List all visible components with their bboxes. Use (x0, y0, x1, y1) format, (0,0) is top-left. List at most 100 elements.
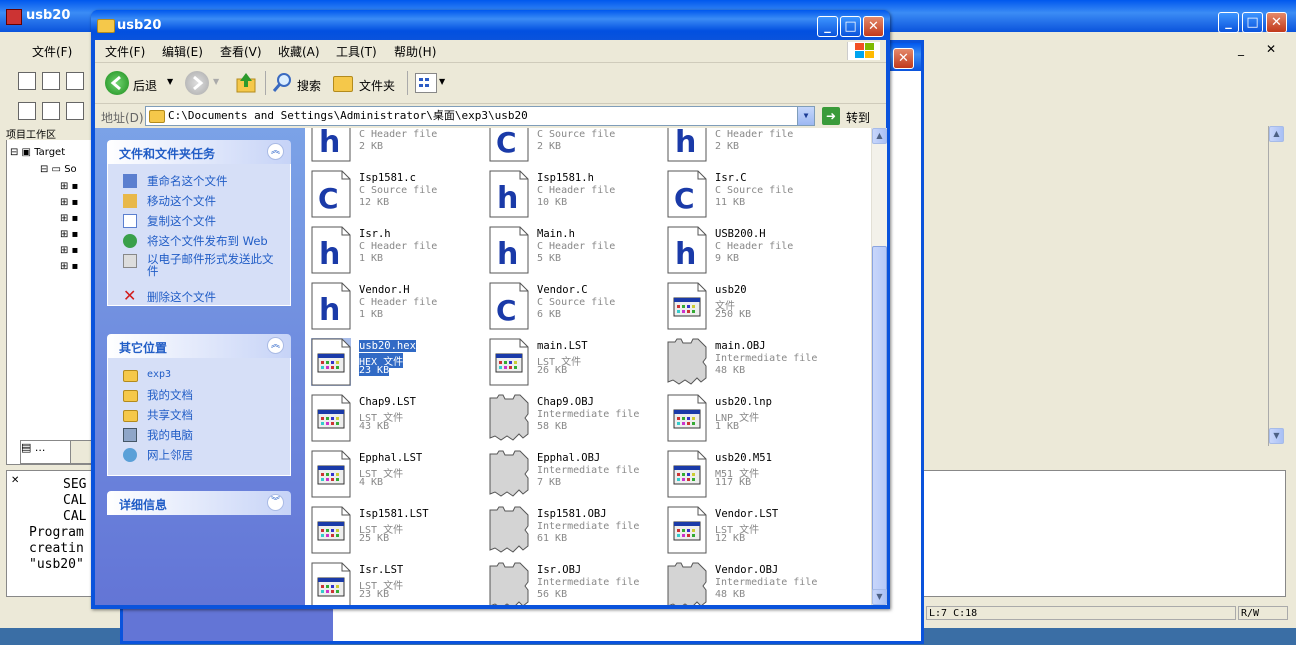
save-icon[interactable] (66, 72, 84, 90)
task-pane: 文件和文件夹任务 ︽ 重命名这个文件 移动这个文件 复制这个文件 将这个文件发布… (95, 128, 305, 605)
file-item[interactable]: Isp1581.OBJ Intermediate file 61 KB (489, 506, 665, 562)
details-header[interactable]: 详细信息 ︾ (107, 491, 291, 515)
open-file-icon[interactable] (42, 72, 60, 90)
search-icon[interactable] (271, 71, 293, 93)
menu-help[interactable]: 帮助(H) (394, 43, 436, 60)
back-arrow-icon[interactable] (105, 71, 129, 95)
menu-favorites[interactable]: 收藏(A) (278, 43, 320, 60)
file-name: main.LST (537, 340, 588, 352)
file-type: C Header file (715, 129, 794, 140)
back-dropdown-icon[interactable]: ▼ (167, 77, 173, 86)
folders-icon[interactable] (333, 76, 353, 92)
file-item[interactable]: Isp1581.LST LST 文件 25 KB (311, 506, 487, 562)
background-close-button[interactable]: ✕ (893, 48, 914, 69)
rebuild-icon[interactable] (66, 102, 84, 120)
file-name: Vendor.LST (715, 508, 779, 520)
tree-root[interactable]: ⊟ ▣ Target (10, 147, 90, 161)
obj-file-icon (489, 394, 529, 442)
menu-view[interactable]: 查看(V) (220, 43, 262, 60)
file-item[interactable]: h Isr.h C Header file 1 KB (311, 226, 487, 282)
address-dropdown-icon[interactable]: ▼ (797, 107, 814, 125)
file-type: Intermediate file (715, 577, 818, 588)
forward-arrow-icon[interactable] (185, 71, 209, 95)
scroll-up-button[interactable]: ▲ (1269, 126, 1284, 142)
ide-close-button[interactable]: ✕ (1266, 12, 1287, 33)
views-icon[interactable] (415, 73, 437, 93)
obj-file-icon (489, 506, 529, 554)
file-item[interactable]: C Isp1581.c C Source file 12 KB (311, 170, 487, 226)
forward-dropdown-icon[interactable]: ▼ (213, 77, 219, 86)
file-name: Isp1581.OBJ (537, 508, 607, 520)
file-item[interactable]: h Main.h C Header file 5 KB (489, 226, 665, 282)
ide-maximize-button[interactable]: □ (1242, 12, 1263, 33)
go-arrow-icon[interactable]: ➜ (822, 107, 840, 125)
ide-menu-file[interactable]: 文件(F) (32, 43, 72, 60)
file-item[interactable]: Vendor.LST LST 文件 12 KB (667, 506, 843, 562)
scroll-thumb[interactable] (872, 246, 887, 591)
file-item[interactable]: Vendor.OBJ Intermediate file 48 KB (667, 562, 843, 605)
file-item[interactable]: usb20.M51 M51 文件 117 KB (667, 450, 843, 506)
file-item[interactable]: h USB200.H C Header file 9 KB (667, 226, 843, 282)
file-type: C Header file (715, 241, 794, 252)
compile-icon[interactable] (18, 102, 36, 120)
folders-button-label[interactable]: 文件夹 (359, 77, 395, 94)
file-list: hC Header file 2 KB C C Source file 2 KB h C H… (305, 128, 871, 605)
file-item[interactable]: main.OBJ Intermediate file 48 KB (667, 338, 843, 394)
ide-child-close-button[interactable]: ✕ (1266, 42, 1276, 56)
move-icon (123, 194, 137, 208)
file-item[interactable]: h C Header file 2 KB (311, 128, 487, 170)
collapse-chevron-icon[interactable]: ︽ (267, 143, 284, 160)
file-item[interactable]: Isr.LST LST 文件 23 KB (311, 562, 487, 605)
search-button-label[interactable]: 搜索 (297, 77, 321, 94)
file-item[interactable]: Epphal.LST LST 文件 4 KB (311, 450, 487, 506)
file-item[interactable]: usb20 文件 250 KB (667, 282, 843, 338)
file-item[interactable]: usb20.lnp LNP 文件 1 KB (667, 394, 843, 450)
scroll-down-button[interactable]: ▼ (1269, 428, 1284, 444)
file-item[interactable]: h C Header file 2 KB (667, 128, 843, 170)
file-item[interactable]: usb20.hex HEX 文件 23 KB (311, 338, 487, 394)
files-tab[interactable]: ▤ ... (20, 440, 72, 464)
maximize-button[interactable]: □ (840, 16, 861, 37)
menu-tools[interactable]: 工具(T) (336, 43, 377, 60)
expand-chevron-icon[interactable]: ︾ (267, 494, 284, 511)
editor-vertical-scrollbar[interactable]: ▲ ▼ (1268, 126, 1285, 446)
close-button[interactable]: ✕ (863, 16, 884, 37)
back-button-label[interactable]: 后退 (133, 77, 157, 94)
file-name: usb20 (715, 284, 747, 296)
file-tasks-header[interactable]: 文件和文件夹任务 ︽ (107, 140, 291, 164)
c-file-icon: C (489, 128, 529, 162)
minimize-button[interactable]: _ (817, 16, 838, 37)
scroll-up-button[interactable]: ▲ (872, 128, 887, 144)
menu-file[interactable]: 文件(F) (105, 43, 145, 60)
ide-minimize-button[interactable]: _ (1218, 12, 1239, 33)
new-file-icon[interactable] (18, 72, 36, 90)
file-item[interactable]: Chap9.LST LST 文件 43 KB (311, 394, 487, 450)
go-button-label[interactable]: 转到 (846, 109, 870, 126)
file-item[interactable]: Epphal.OBJ Intermediate file 7 KB (489, 450, 665, 506)
scroll-down-button[interactable]: ▼ (872, 589, 887, 605)
ide-child-min-button[interactable]: _ (1238, 42, 1244, 56)
file-item[interactable]: Isr.OBJ Intermediate file 56 KB (489, 562, 665, 605)
explorer-title-bar: usb20 _ □ ✕ (91, 10, 890, 40)
file-item[interactable]: C C Source file 2 KB (489, 128, 665, 170)
output-close-icon[interactable]: ✕ (11, 475, 19, 486)
file-name: Chap9.OBJ (537, 396, 594, 408)
build-icon[interactable] (42, 102, 60, 120)
file-item[interactable]: C Vendor.C C Source file 6 KB (489, 282, 665, 338)
address-input[interactable]: C:\Documents and Settings\Administrator\… (145, 106, 815, 126)
collapse-chevron-icon[interactable]: ︽ (267, 337, 284, 354)
file-item[interactable]: h Vendor.H C Header file 1 KB (311, 282, 487, 338)
status-position: L:7 C:18 (926, 606, 1236, 620)
file-list-scrollbar[interactable]: ▲ ▼ (871, 128, 887, 605)
other-places-header[interactable]: 其它位置 ︽ (107, 334, 291, 358)
folder-icon (123, 370, 138, 382)
up-folder-icon[interactable] (235, 71, 257, 95)
file-item[interactable]: C Isr.C C Source file 11 KB (667, 170, 843, 226)
menu-edit[interactable]: 编辑(E) (162, 43, 203, 60)
svg-text:C: C (318, 182, 339, 215)
file-item[interactable]: h Isp1581.h C Header file 10 KB (489, 170, 665, 226)
file-item[interactable]: Chap9.OBJ Intermediate file 58 KB (489, 394, 665, 450)
views-dropdown-icon[interactable]: ▼ (439, 77, 445, 86)
file-name: USB200.H (715, 228, 766, 240)
file-item[interactable]: main.LST LST 文件 26 KB (489, 338, 665, 394)
